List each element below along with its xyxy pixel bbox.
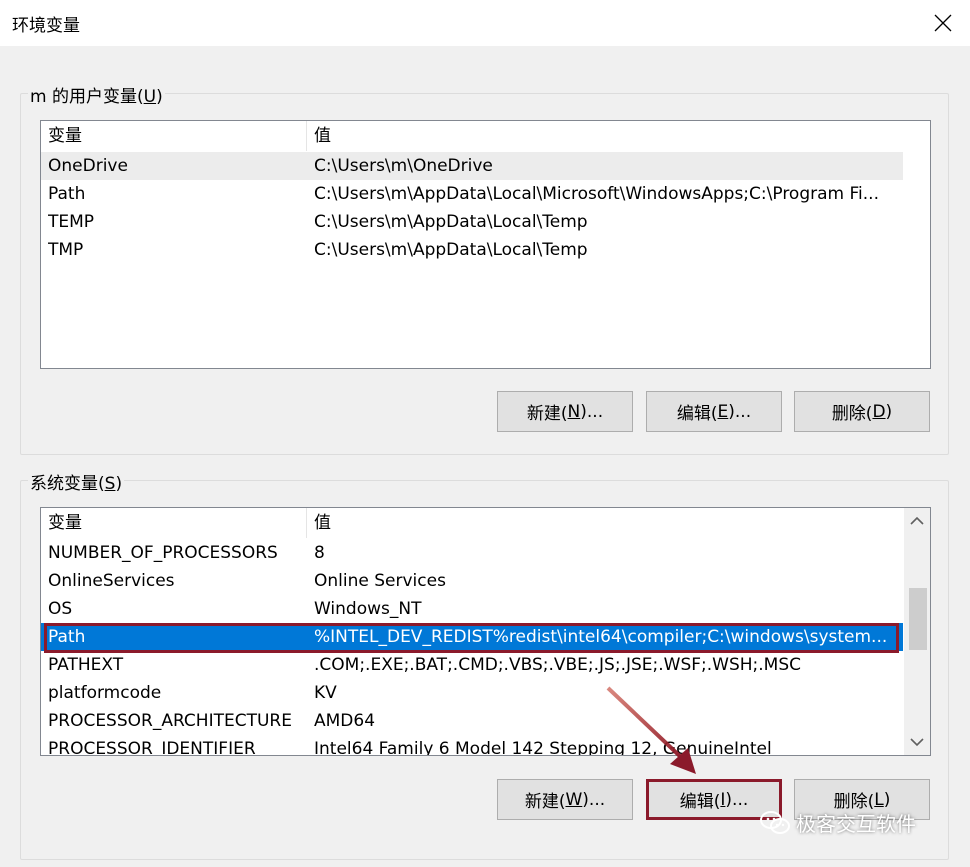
variable-name: Path <box>48 184 86 204</box>
variable-value: Online Services <box>314 571 446 591</box>
variable-value: .COM;.EXE;.BAT;.CMD;.VBS;.VBE;.JS;.JSE;.… <box>314 655 802 675</box>
variable-value: %INTEL_DEV_REDIST%redist\intel64\compile… <box>314 627 888 647</box>
wechat-icon <box>760 810 790 834</box>
variable-value: C:\Users\m\AppData\Local\Temp <box>314 240 588 260</box>
user-edit-button[interactable]: 编辑(E)... <box>646 391 782 432</box>
table-row-selected[interactable]: Path %INTEL_DEV_REDIST%redist\intel64\co… <box>41 623 903 651</box>
variable-value: Windows_NT <box>314 599 422 619</box>
variable-value: C:\Users\m\AppData\Local\Microsoft\Windo… <box>314 184 879 204</box>
user-variables-label: m 的用户变量(U) <box>28 82 165 107</box>
watermark: 极客交互软件 <box>760 808 916 837</box>
chevron-up-icon <box>910 516 924 525</box>
system-variables-list[interactable]: 变量 值 NUMBER_OF_PROCESSORS 8 OnlineServic… <box>40 507 931 756</box>
list-header: 变量 值 <box>41 508 903 538</box>
variable-name: OneDrive <box>48 156 128 176</box>
chevron-down-icon <box>910 738 924 747</box>
variable-name: PATHEXT <box>48 655 124 675</box>
variable-name: Path <box>48 627 86 647</box>
close-button[interactable] <box>916 0 970 46</box>
column-header-variable[interactable]: 变量 <box>41 121 307 151</box>
table-row[interactable]: platformcode KV <box>41 679 903 707</box>
annotation-arrow-icon <box>606 686 696 774</box>
variable-name: TEMP <box>48 212 95 232</box>
list-header: 变量 值 <box>41 121 903 151</box>
system-new-button[interactable]: 新建(W)... <box>497 779 633 820</box>
column-header-value[interactable]: 值 <box>307 121 903 151</box>
table-row[interactable]: PROCESSOR_ARCHITECTURE AMD64 <box>41 707 903 735</box>
table-row[interactable]: PROCESSOR_IDENTIFIER Intel64 Family 6 Mo… <box>41 735 903 756</box>
variable-value: C:\Users\m\AppData\Local\Temp <box>314 212 588 232</box>
variable-name: platformcode <box>48 683 162 703</box>
watermark-text: 极客交互软件 <box>796 812 916 836</box>
title-bar: 环境变量 <box>0 0 970 46</box>
scroll-down-button[interactable] <box>904 729 930 755</box>
scroll-thumb[interactable] <box>909 588 927 650</box>
variable-value: 8 <box>314 543 325 563</box>
close-icon <box>934 14 952 32</box>
system-variables-label: 系统变量(S) <box>28 469 125 494</box>
scroll-up-button[interactable] <box>904 508 930 534</box>
column-header-variable[interactable]: 变量 <box>41 508 307 538</box>
variable-name: PROCESSOR_IDENTIFIER <box>48 739 256 756</box>
window-title: 环境变量 <box>12 16 80 36</box>
table-row[interactable]: PATHEXT .COM;.EXE;.BAT;.CMD;.VBS;.VBE;.J… <box>41 651 903 679</box>
table-row[interactable]: NUMBER_OF_PROCESSORS 8 <box>41 539 903 567</box>
variable-name: TMP <box>48 240 84 260</box>
table-row[interactable]: OneDrive C:\Users\m\OneDrive <box>41 152 903 180</box>
user-variables-list[interactable]: 变量 值 OneDrive C:\Users\m\OneDrive Path C… <box>40 120 931 369</box>
table-row[interactable]: OnlineServices Online Services <box>41 567 903 595</box>
variable-name: OS <box>48 599 73 619</box>
table-row[interactable]: TEMP C:\Users\m\AppData\Local\Temp <box>41 208 903 236</box>
variable-name: PROCESSOR_ARCHITECTURE <box>48 711 292 731</box>
user-new-button[interactable]: 新建(N)... <box>497 391 633 432</box>
column-header-value[interactable]: 值 <box>307 508 903 538</box>
variable-name: NUMBER_OF_PROCESSORS <box>48 543 278 563</box>
user-delete-button[interactable]: 删除(D) <box>794 391 930 432</box>
vertical-scrollbar[interactable] <box>904 508 930 755</box>
table-row[interactable]: TMP C:\Users\m\AppData\Local\Temp <box>41 236 903 264</box>
variable-value: C:\Users\m\OneDrive <box>314 156 493 176</box>
table-row[interactable]: OS Windows_NT <box>41 595 903 623</box>
table-row[interactable]: Path C:\Users\m\AppData\Local\Microsoft\… <box>41 180 903 208</box>
variable-name: OnlineServices <box>48 571 175 591</box>
